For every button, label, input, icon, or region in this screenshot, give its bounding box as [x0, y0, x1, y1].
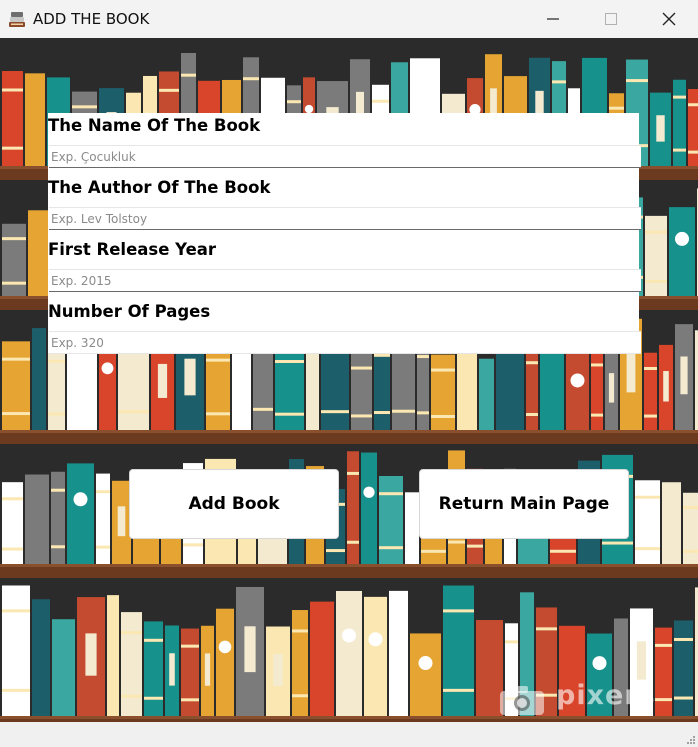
add-book-button[interactable]: Add Book — [129, 469, 339, 539]
book-stack-icon — [9, 12, 25, 27]
book-name-label: The Name Of The Book — [48, 116, 261, 135]
author-field: The Author Of The Book — [48, 175, 641, 237]
book-form: The Name Of The Book The Author Of The B… — [48, 113, 641, 354]
window-content: The Name Of The Book The Author Of The B… — [0, 38, 698, 722]
pages-input[interactable] — [49, 331, 641, 354]
minimize-button[interactable] — [524, 0, 582, 38]
close-button[interactable] — [640, 0, 698, 38]
book-name-field: The Name Of The Book — [48, 113, 641, 175]
release-year-label: First Release Year — [48, 240, 217, 259]
author-label: The Author Of The Book — [48, 178, 271, 197]
author-input[interactable] — [49, 207, 641, 230]
watermark: pixers — [490, 678, 655, 718]
window-title: ADD THE BOOK — [33, 10, 150, 28]
status-bar — [0, 722, 698, 747]
camera-icon — [500, 686, 544, 715]
pages-field: Number Of Pages — [48, 299, 641, 361]
minimize-icon — [547, 18, 559, 20]
title-bar: ADD THE BOOK — [0, 0, 698, 39]
maximize-button[interactable] — [582, 0, 640, 38]
book-name-input[interactable] — [49, 145, 641, 168]
release-year-field: First Release Year — [48, 237, 641, 299]
maximize-icon — [605, 13, 617, 25]
return-main-page-button[interactable]: Return Main Page — [419, 469, 629, 539]
close-icon — [662, 12, 676, 26]
pages-label: Number Of Pages — [48, 302, 211, 321]
watermark-text: pixers — [556, 680, 656, 711]
resize-grip-icon[interactable] — [686, 735, 696, 745]
release-year-input[interactable] — [49, 269, 641, 292]
